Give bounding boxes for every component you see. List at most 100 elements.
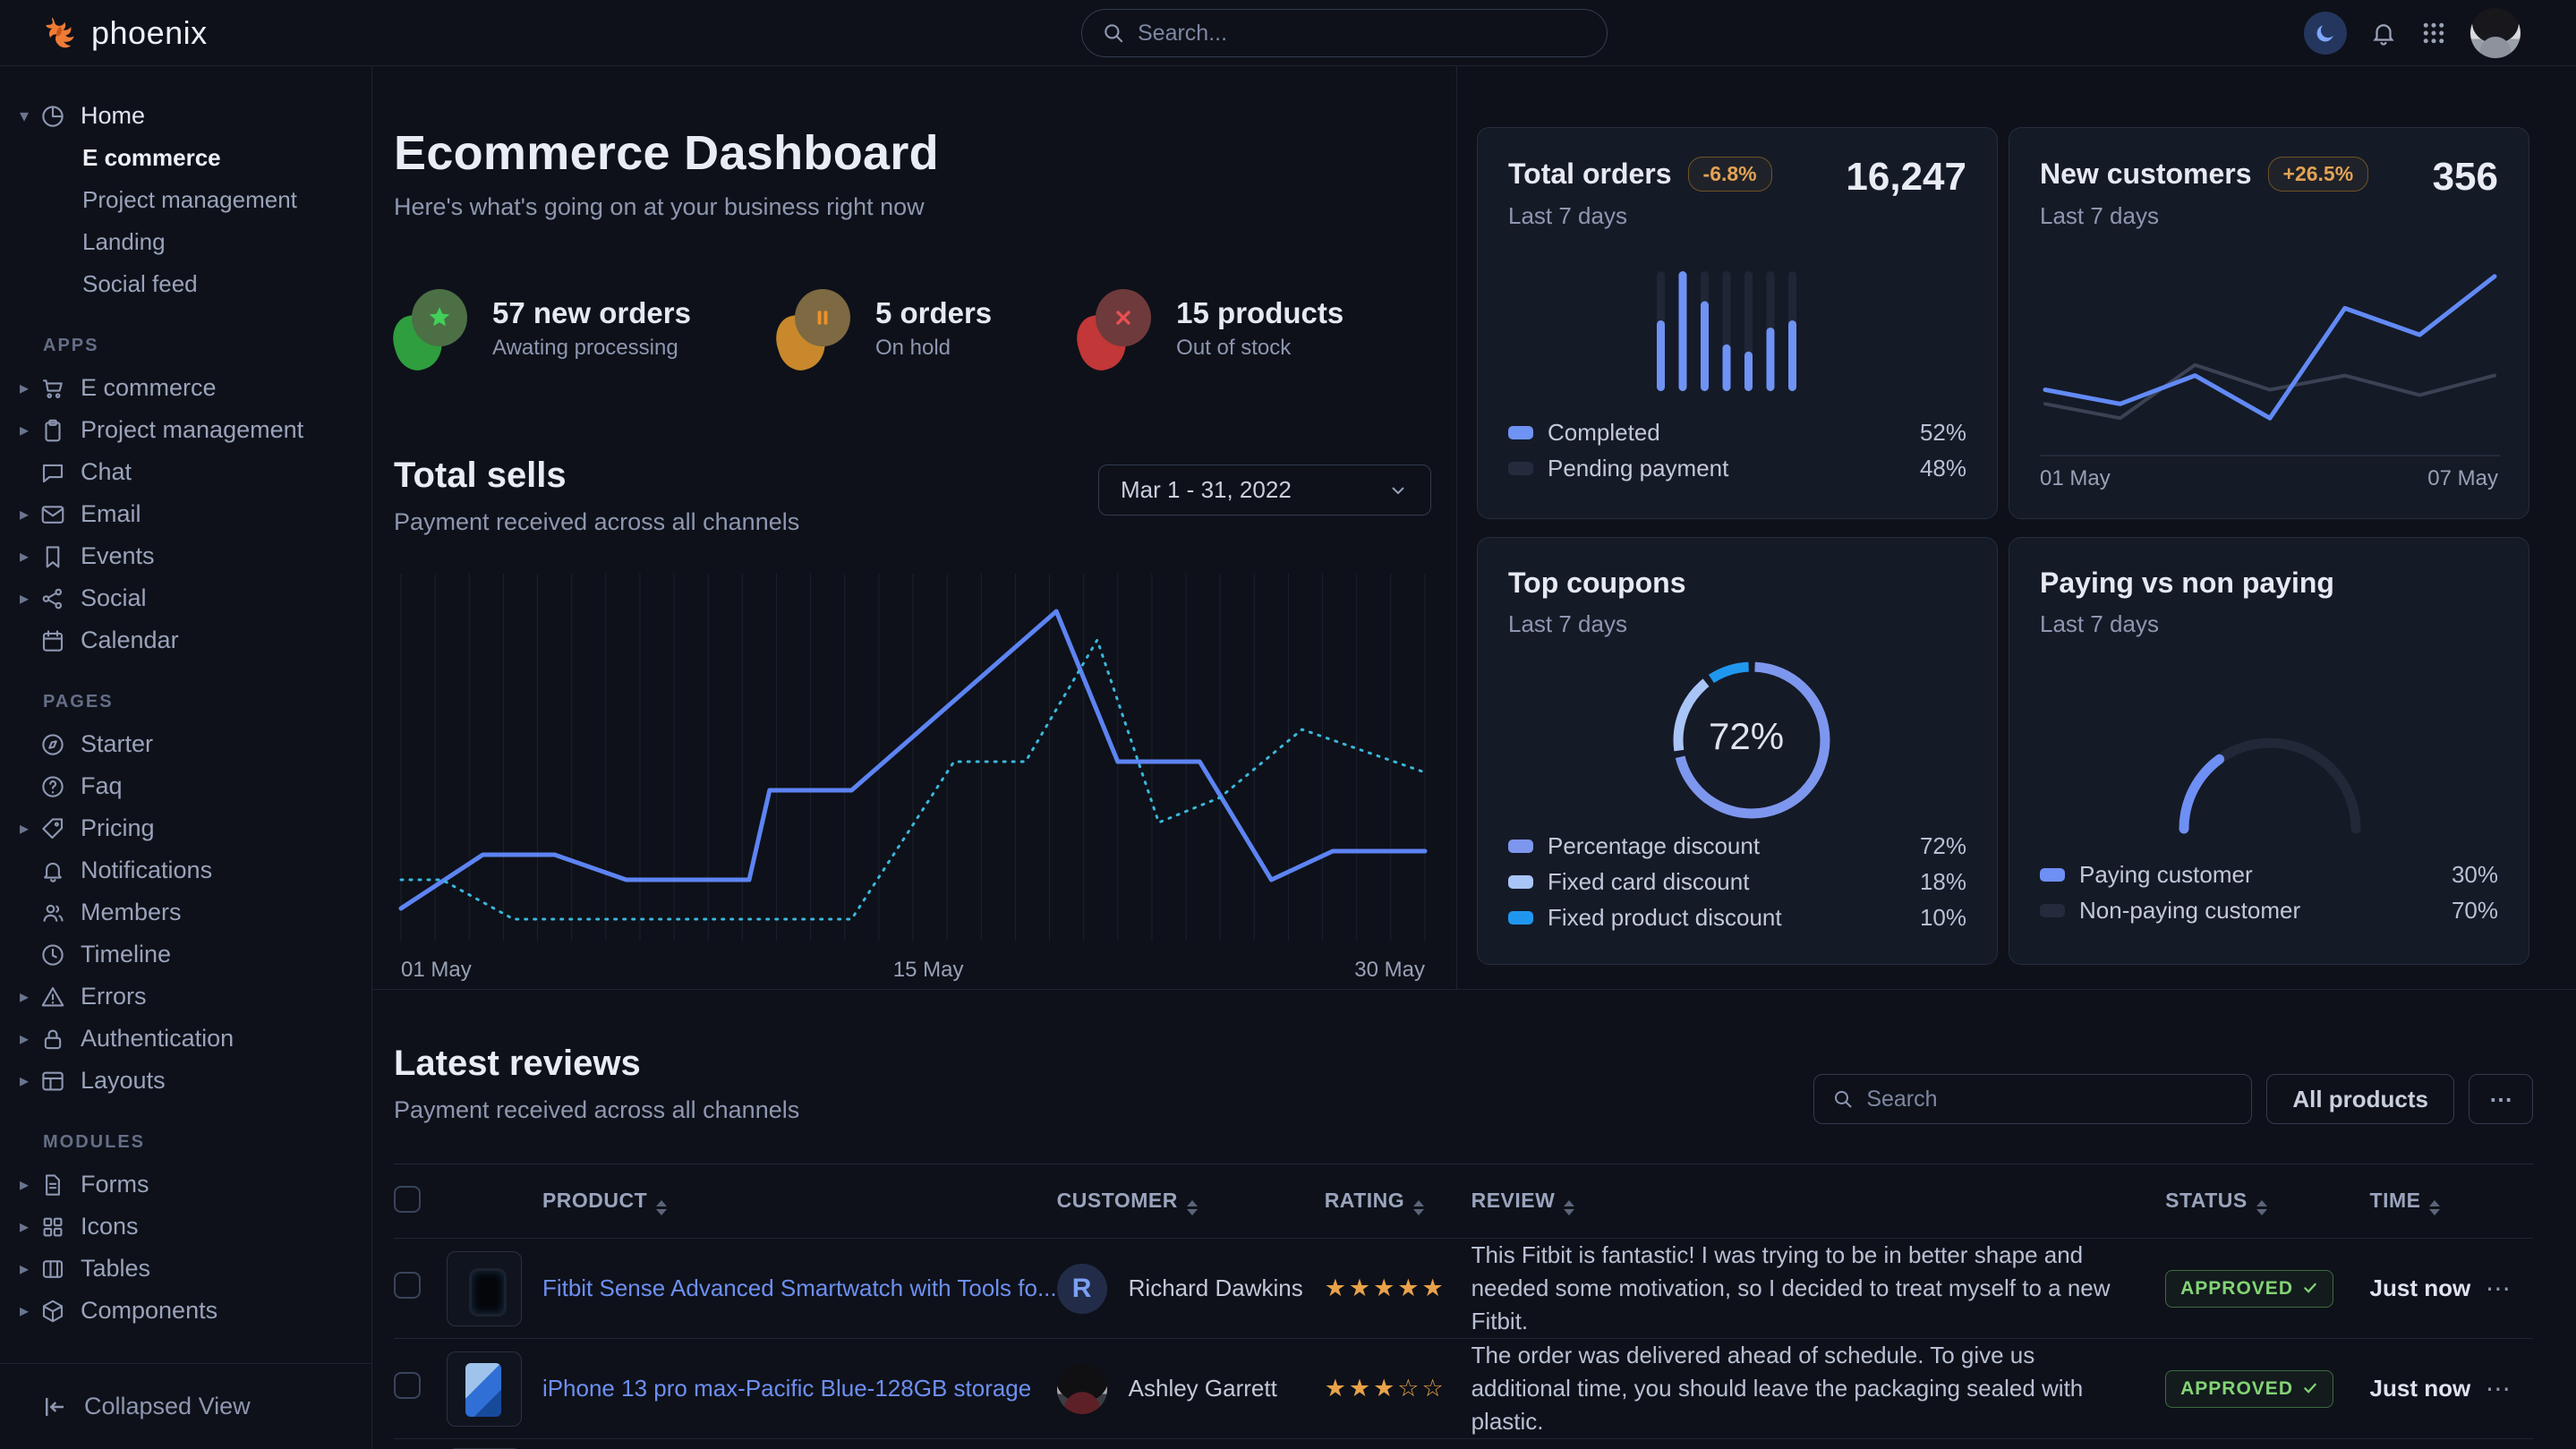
calendar-icon — [39, 627, 81, 654]
new-customers-card: New customers +26.5% Last 7 days 356 01 … — [2009, 127, 2529, 519]
all-products-button[interactable]: All products — [2266, 1074, 2454, 1124]
sidebar-item-timeline[interactable]: Timeline — [0, 933, 371, 976]
rating-stars: ★★★☆☆ — [1325, 1375, 1446, 1402]
apps-grid-icon[interactable] — [2420, 20, 2447, 47]
row-menu-button[interactable]: ⋯ — [2486, 1274, 2512, 1302]
sidebar-item-forms[interactable]: ▸Forms — [0, 1163, 371, 1206]
sidebar-item-tables[interactable]: ▸Tables — [0, 1248, 371, 1290]
sidebar-item-authentication[interactable]: ▸Authentication — [0, 1018, 371, 1060]
sidebar-item-calendar[interactable]: Calendar — [0, 619, 371, 661]
sidebar-item-pricing[interactable]: ▸Pricing — [0, 807, 371, 849]
column-header-review[interactable]: REVIEW — [1471, 1164, 2166, 1239]
product-link[interactable]: iPhone 13 pro max-Pacific Blue-128GB sto… — [542, 1375, 1031, 1402]
sidebar-subitem-project-management[interactable]: Project management — [0, 179, 371, 221]
customers-x-left: 01 May — [2040, 466, 2111, 491]
brand-logo[interactable]: phoenix — [0, 13, 208, 53]
top-coupons-period: Last 7 days — [1508, 610, 1966, 638]
box-icon — [39, 1298, 81, 1325]
layout-icon — [39, 1068, 81, 1095]
sidebar-item-icons[interactable]: ▸Icons — [0, 1206, 371, 1248]
column-header-status[interactable]: STATUS — [2165, 1164, 2369, 1239]
page-subtitle: Here's what's going on at your business … — [394, 193, 1431, 221]
sidebar-item-project-management[interactable]: ▸Project management — [0, 409, 371, 451]
sidebar-subitem-landing[interactable]: Landing — [0, 221, 371, 263]
sort-icon — [1564, 1200, 1574, 1215]
total-sells-title: Total sells — [394, 456, 799, 496]
paying-gauge-chart — [2167, 726, 2373, 838]
collapse-sidebar-button[interactable]: Collapsed View — [0, 1363, 371, 1449]
column-header-rating[interactable]: RATING — [1325, 1164, 1471, 1239]
date-range-select[interactable]: Mar 1 - 31, 2022 — [1098, 465, 1431, 516]
sidebar-item-e-commerce[interactable]: ▸E commerce — [0, 367, 371, 409]
global-search-input[interactable] — [1138, 21, 1587, 47]
sidebar-item-label: Errors — [81, 983, 147, 1010]
sort-icon — [1413, 1200, 1424, 1215]
total-orders-value: 16,247 — [1846, 155, 1966, 200]
stat-text: 57 new ordersAwating processing — [492, 296, 691, 361]
latest-reviews-section: Latest reviews Payment received across a… — [372, 989, 2576, 1449]
date-range-value: Mar 1 - 31, 2022 — [1121, 476, 1292, 504]
sidebar-item-email[interactable]: ▸Email — [0, 493, 371, 535]
column-header-product[interactable]: PRODUCT — [542, 1164, 1057, 1239]
sidebar-item-events[interactable]: ▸Events — [0, 535, 371, 577]
row-checkbox[interactable] — [394, 1372, 421, 1399]
notifications-bell-icon[interactable] — [2370, 20, 2397, 47]
sidebar-item-faq[interactable]: Faq — [0, 765, 371, 807]
product-thumbnail — [447, 1251, 522, 1326]
sidebar-item-notifications[interactable]: Notifications — [0, 849, 371, 891]
review-row — [394, 1439, 2533, 1449]
dashboard-left-column: Ecommerce Dashboard Here's what's going … — [372, 66, 1457, 989]
sidebar-item-starter[interactable]: Starter — [0, 723, 371, 765]
review-row: Fitbit Sense Advanced Smartwatch with To… — [394, 1239, 2533, 1339]
reviews-more-button[interactable]: ⋯ — [2469, 1074, 2533, 1124]
sidebar-item-layouts[interactable]: ▸Layouts — [0, 1060, 371, 1102]
customers-x-right: 07 May — [2427, 466, 2498, 491]
customer-cell: RRichard Dawkins — [1057, 1264, 1325, 1314]
reviews-search[interactable] — [1813, 1074, 2252, 1124]
caret-right-icon: ▸ — [20, 1027, 39, 1050]
caret-right-icon: ▸ — [20, 1070, 39, 1092]
sidebar-item-label: Notifications — [81, 857, 212, 884]
sidebar-item-members[interactable]: Members — [0, 891, 371, 933]
sort-icon — [2429, 1200, 2440, 1215]
orders-legend-label: Completed — [1548, 419, 1660, 447]
paying-legend-label: Non-paying customer — [2079, 897, 2300, 925]
sidebar-subitem-e-commerce[interactable]: E commerce — [0, 137, 371, 179]
coupons-legend-label: Fixed card discount — [1548, 868, 1749, 896]
sidebar-item-label: Events — [81, 542, 155, 570]
theme-toggle-moon-icon[interactable] — [2304, 12, 2347, 55]
stat-red: 15 productsOut of stock — [1078, 287, 1343, 370]
coupons-legend-row: Fixed product discount10% — [1508, 899, 1966, 935]
select-all-checkbox[interactable] — [394, 1186, 421, 1213]
sidebar-item-home[interactable]: ▾Home — [0, 95, 371, 137]
chat-icon — [39, 459, 81, 486]
caret-right-icon: ▸ — [20, 817, 39, 840]
coupons-legend-value: 10% — [1920, 904, 1966, 932]
global-search[interactable] — [1081, 9, 1608, 57]
reviews-title: Latest reviews — [394, 1044, 799, 1084]
top-coupons-card: Top coupons Last 7 days 72% Percentage d… — [1477, 537, 1998, 965]
sidebar-subitem-social-feed[interactable]: Social feed — [0, 263, 371, 305]
tablecols-icon — [39, 1256, 81, 1283]
sidebar-item-label: Email — [81, 500, 141, 528]
reviews-search-input[interactable] — [1866, 1087, 2233, 1112]
coupons-legend-swatch — [1508, 875, 1533, 889]
sidebar-item-components[interactable]: ▸Components — [0, 1290, 371, 1332]
warning-icon — [39, 984, 81, 1010]
row-checkbox[interactable] — [394, 1272, 421, 1299]
review-text: This Fitbit is fantastic! I was trying t… — [1471, 1239, 2161, 1338]
sidebar-item-label: Chat — [81, 458, 132, 486]
column-header-customer[interactable]: CUSTOMER — [1057, 1164, 1325, 1239]
clipboard-icon — [39, 417, 81, 444]
product-link[interactable]: Fitbit Sense Advanced Smartwatch with To… — [542, 1274, 1057, 1301]
column-header-time[interactable]: TIME — [2370, 1164, 2486, 1239]
user-avatar[interactable] — [2470, 8, 2521, 58]
total-orders-badge: -6.8% — [1688, 157, 1772, 192]
sidebar-item-chat[interactable]: Chat — [0, 451, 371, 493]
sidebar-item-social[interactable]: ▸Social — [0, 577, 371, 619]
row-menu-button[interactable]: ⋯ — [2486, 1375, 2512, 1402]
sidebar-section-label: APPS — [0, 305, 371, 367]
topbar: phoenix — [0, 0, 2576, 66]
new-customers-period: Last 7 days — [2040, 202, 2498, 230]
sidebar-item-errors[interactable]: ▸Errors — [0, 976, 371, 1018]
